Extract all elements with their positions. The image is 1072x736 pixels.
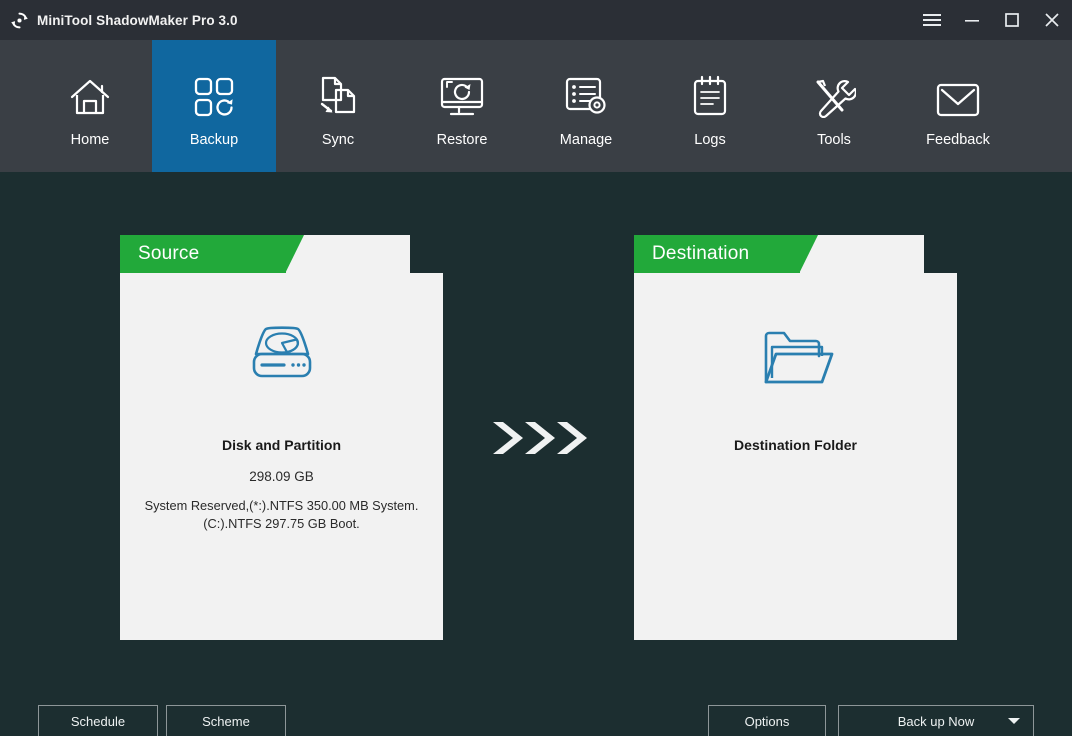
source-panel[interactable]: Source Disk and Partition [120, 235, 443, 640]
window-title: MiniTool ShadowMaker Pro 3.0 [37, 13, 238, 28]
nav-label-home: Home [71, 132, 110, 148]
nav-left-pad [0, 40, 28, 172]
close-button[interactable] [1032, 0, 1072, 40]
backup-now-label: Back up Now [898, 714, 975, 729]
nav-item-manage[interactable]: Manage [524, 40, 648, 172]
menu-hamburger-icon [922, 12, 942, 28]
source-size: 298.09 GB [120, 469, 443, 484]
source-tab-label: Source [120, 235, 286, 273]
open-folder-icon [634, 310, 957, 406]
restore-monitor-refresh-icon [439, 64, 485, 118]
hard-disk-icon [120, 310, 443, 406]
nav-item-backup[interactable]: Backup [152, 40, 276, 172]
destination-panel[interactable]: Destination Destination Folder [634, 235, 957, 640]
tools-wrench-screwdriver-icon [812, 64, 856, 118]
nav-item-home[interactable]: Home [28, 40, 152, 172]
main-navigation: Home Backup [0, 40, 1072, 172]
sync-documents-arrow-icon [317, 64, 359, 118]
nav-label-sync: Sync [322, 132, 354, 148]
destination-panel-body[interactable]: Destination Folder [634, 273, 957, 640]
nav-label-tools: Tools [817, 132, 851, 148]
chevron-down-icon[interactable] [1008, 718, 1020, 724]
backup-workspace: Source Disk and Partition [0, 172, 1072, 736]
nav-item-restore[interactable]: Restore [400, 40, 524, 172]
logs-notepad-icon [691, 64, 729, 118]
destination-panel-tab: Destination [634, 235, 924, 273]
window-controls [912, 0, 1072, 40]
application-window: MiniTool ShadowMaker Pro 3.0 [0, 0, 1072, 736]
app-logo-icon [4, 0, 34, 40]
minimize-button[interactable] [952, 0, 992, 40]
nav-item-tools[interactable]: Tools [772, 40, 896, 172]
feedback-envelope-icon [935, 64, 981, 118]
source-title: Disk and Partition [120, 437, 443, 453]
schedule-button[interactable]: Schedule [38, 705, 158, 736]
home-icon [68, 64, 112, 118]
scheme-button[interactable]: Scheme [166, 705, 286, 736]
destination-title: Destination Folder [634, 437, 957, 453]
nav-item-feedback[interactable]: Feedback [896, 40, 1020, 172]
close-icon [1044, 12, 1060, 28]
source-description: System Reserved,(*:).NTFS 350.00 MB Syst… [134, 497, 429, 533]
manage-list-gear-icon [564, 64, 608, 118]
nav-item-logs[interactable]: Logs [648, 40, 772, 172]
nav-label-manage: Manage [560, 132, 612, 148]
source-panel-body[interactable]: Disk and Partition 298.09 GB System Rese… [120, 273, 443, 640]
options-button[interactable]: Options [708, 705, 826, 736]
nav-label-feedback: Feedback [926, 132, 990, 148]
nav-label-backup: Backup [190, 132, 238, 148]
menu-button[interactable] [912, 0, 952, 40]
nav-item-sync[interactable]: Sync [276, 40, 400, 172]
title-bar: MiniTool ShadowMaker Pro 3.0 [0, 0, 1072, 40]
source-panel-tab: Source [120, 235, 410, 273]
minimize-icon [963, 13, 981, 27]
backup-grid-refresh-icon [193, 64, 235, 118]
maximize-icon [1004, 12, 1020, 28]
nav-label-restore: Restore [437, 132, 488, 148]
destination-tab-label: Destination [634, 235, 800, 273]
nav-label-logs: Logs [694, 132, 725, 148]
triple-chevron-right-icon [489, 417, 589, 459]
backup-now-button[interactable]: Back up Now [838, 705, 1034, 736]
maximize-button[interactable] [992, 0, 1032, 40]
